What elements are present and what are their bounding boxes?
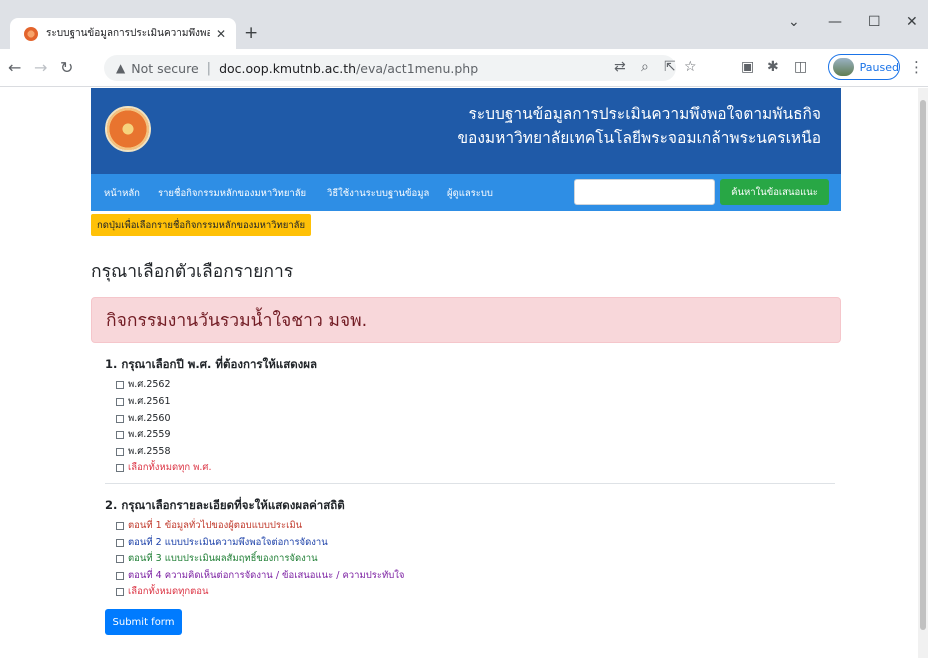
- university-logo: [105, 106, 151, 152]
- browser-toolbar: ← → ↻ ▲ Not secure | doc.oop.kmutnb.ac.t…: [0, 49, 928, 87]
- checkbox[interactable]: [116, 447, 124, 456]
- checkbox[interactable]: [116, 414, 124, 423]
- address-separator: |: [206, 60, 212, 76]
- detail-option[interactable]: ตอนที่ 1 ข้อมูลทั่วไปของผู้ตอบแบบประเมิน: [116, 518, 302, 533]
- option-label: เลือกทั้งหมดทุก พ.ศ.: [128, 462, 212, 473]
- year-section-title: 1. กรุณาเลือกปี พ.ศ. ที่ต้องการให้แสดงผล: [105, 357, 318, 371]
- detail-option[interactable]: ตอนที่ 2 แบบประเมินความพึงพอใจต่อการจัดง…: [116, 535, 328, 550]
- year-option-all[interactable]: เลือกทั้งหมดทุก พ.ศ.: [116, 460, 212, 475]
- maximize-icon[interactable]: ☐: [868, 14, 881, 30]
- reload-icon[interactable]: ↻: [60, 58, 73, 77]
- year-option[interactable]: พ.ศ.2561: [116, 394, 171, 409]
- checkbox[interactable]: [116, 571, 124, 580]
- detail-option[interactable]: ตอนที่ 4 ความคิดเห็นต่อการจัดงาน / ข้อเส…: [116, 568, 404, 583]
- minimize-icon[interactable]: —: [828, 14, 842, 30]
- side-panel-icon[interactable]: ◫: [794, 59, 807, 75]
- site-title: ระบบฐานข้อมูลการประเมินความพึงพอใจตามพัน…: [457, 102, 821, 150]
- url-host: doc.oop.kmutnb.ac.th: [219, 60, 357, 76]
- site-title-line1: ระบบฐานข้อมูลการประเมินความพึงพอใจตามพัน…: [468, 105, 822, 123]
- option-label: พ.ศ.2558: [128, 446, 171, 457]
- activity-title-alert: กิจกรรมงานวันรวมน้ำใจชาว มจพ.: [91, 297, 841, 343]
- security-label: Not secure: [131, 60, 199, 76]
- detail-option-all[interactable]: เลือกทั้งหมดทุกตอน: [116, 584, 209, 599]
- url-path: /eva/act1menu.php: [356, 60, 479, 76]
- checkbox[interactable]: [116, 521, 124, 530]
- page-scrollbar[interactable]: [918, 88, 928, 658]
- checkbox[interactable]: [116, 463, 124, 472]
- year-option[interactable]: พ.ศ.2558: [116, 444, 171, 459]
- submit-button[interactable]: Submit form: [105, 609, 182, 635]
- forward-icon[interactable]: →: [34, 58, 47, 77]
- nav-home[interactable]: หน้าหลัก: [104, 186, 140, 201]
- site-favicon-icon: [24, 26, 38, 41]
- tab-title: ระบบฐานข้อมูลการประเมินความพึงพอใ: [46, 28, 210, 39]
- menu-kebab-icon[interactable]: ⋮: [909, 58, 924, 76]
- detail-section-title: 2. กรุณาเลือกรายละเอียดที่จะให้แสดงผลค่า…: [105, 498, 345, 512]
- warning-icon[interactable]: ▲: [116, 61, 125, 75]
- page-heading: กรุณาเลือกตัวเลือกรายการ: [91, 262, 294, 282]
- option-label: พ.ศ.2561: [128, 396, 171, 407]
- option-label: เลือกทั้งหมดทุกตอน: [128, 586, 209, 597]
- close-tab-icon[interactable]: ✕: [216, 27, 226, 41]
- option-label: พ.ศ.2562: [128, 379, 171, 390]
- checkbox[interactable]: [116, 538, 124, 547]
- puzzle-icon[interactable]: ✱: [767, 59, 779, 75]
- checkbox[interactable]: [116, 554, 124, 563]
- checkbox[interactable]: [116, 430, 124, 439]
- option-label: ตอนที่ 1 ข้อมูลทั่วไปของผู้ตอบแบบประเมิน: [128, 520, 303, 531]
- suggestion-search-input[interactable]: [574, 179, 715, 205]
- main-navbar: หน้าหลัก รายชื่อกิจกรรมหลักของมหาวิทยาลั…: [91, 174, 841, 211]
- zoom-icon[interactable]: ⌕: [641, 59, 649, 75]
- tab-search-icon[interactable]: ⌄: [788, 14, 800, 30]
- extension-icon[interactable]: ▣: [741, 59, 754, 75]
- tab-strip: ระบบฐานข้อมูลการประเมินความพึงพอใ ✕ + ⌄ …: [0, 0, 928, 49]
- option-label: ตอนที่ 2 แบบประเมินความพึงพอใจต่อการจัดง…: [128, 537, 328, 548]
- nav-activities[interactable]: รายชื่อกิจกรรมหลักของมหาวิทยาลัย: [158, 186, 306, 201]
- avatar: [833, 58, 854, 76]
- checkbox[interactable]: [116, 380, 124, 389]
- translate-icon[interactable]: ⇄: [614, 59, 626, 75]
- browser-tab[interactable]: ระบบฐานข้อมูลการประเมินความพึงพอใ ✕: [10, 18, 236, 49]
- detail-option[interactable]: ตอนที่ 3 แบบประเมินผลสัมฤทธิ์ของการจัดงา…: [116, 551, 318, 566]
- select-activity-button[interactable]: กดปุ่มเพื่อเลือกรายชื่อกิจกรรมหลักของมหา…: [91, 214, 312, 236]
- share-icon[interactable]: ⇱: [664, 59, 676, 75]
- option-label: ตอนที่ 3 แบบประเมินผลสัมฤทธิ์ของการจัดงา…: [128, 553, 318, 564]
- option-label: พ.ศ.2560: [128, 413, 171, 424]
- scrollbar-thumb[interactable]: [920, 100, 926, 630]
- search-suggestions-button[interactable]: ค้นหาในข้อเสนอแนะ: [720, 179, 829, 205]
- bookmark-star-icon[interactable]: ☆: [684, 59, 697, 75]
- new-tab-icon[interactable]: +: [244, 23, 258, 43]
- checkbox[interactable]: [116, 397, 124, 406]
- site-title-line2: ของมหาวิทยาลัยเทคโนโลยีพระจอมเกล้าพระนคร…: [457, 129, 821, 147]
- site-banner: ระบบฐานข้อมูลการประเมินความพึงพอใจตามพัน…: [91, 88, 841, 174]
- year-option[interactable]: พ.ศ.2560: [116, 411, 171, 426]
- back-icon[interactable]: ←: [8, 58, 21, 77]
- address-bar[interactable]: ▲ Not secure | doc.oop.kmutnb.ac.th /eva…: [104, 55, 676, 81]
- year-option[interactable]: พ.ศ.2562: [116, 377, 171, 392]
- option-label: พ.ศ.2559: [128, 429, 171, 440]
- checkbox[interactable]: [116, 587, 124, 596]
- section-divider: [105, 483, 835, 484]
- profile-status: Paused: [859, 60, 899, 74]
- close-window-icon[interactable]: ✕: [906, 14, 918, 30]
- year-option[interactable]: พ.ศ.2559: [116, 427, 171, 442]
- nav-admin[interactable]: ผู้ดูแลระบบ: [447, 186, 493, 201]
- nav-howto[interactable]: วิธีใช้งานระบบฐานข้อมูล: [327, 186, 429, 201]
- profile-button[interactable]: Paused: [828, 54, 900, 80]
- option-label: ตอนที่ 4 ความคิดเห็นต่อการจัดงาน / ข้อเส…: [128, 570, 405, 581]
